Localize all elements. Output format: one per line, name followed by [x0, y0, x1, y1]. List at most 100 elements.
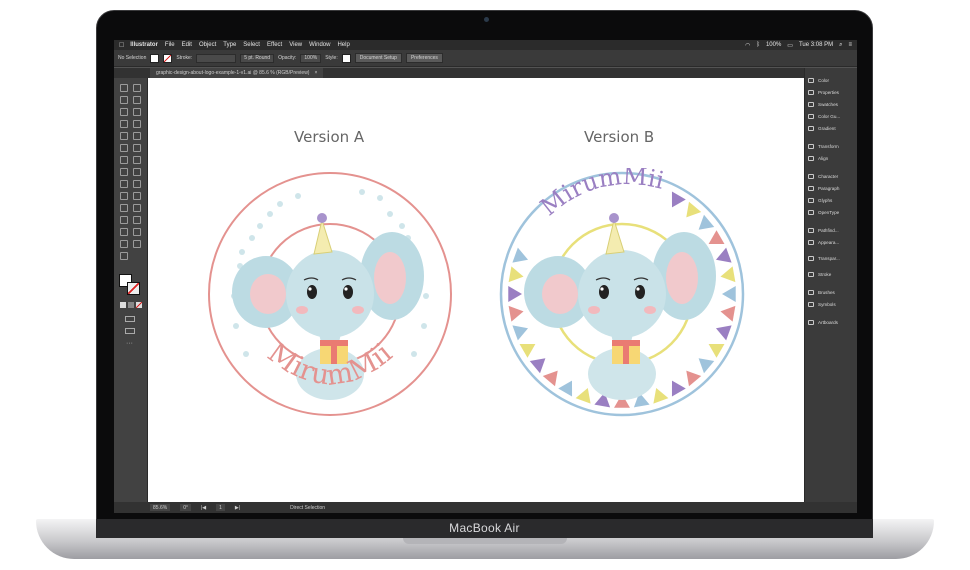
- slice-tool-icon[interactable]: [120, 240, 128, 248]
- panel-item-glyphs[interactable]: Glyphs: [808, 198, 832, 203]
- battery-icon[interactable]: ▭: [787, 42, 793, 49]
- line-tool-icon[interactable]: [133, 120, 141, 128]
- menu-effect[interactable]: Effect: [267, 42, 282, 48]
- document-setup-button[interactable]: Document Setup: [354, 53, 402, 63]
- none-mode-icon[interactable]: [136, 302, 142, 308]
- lasso-tool-icon[interactable]: [133, 96, 141, 104]
- stroke-swatch[interactable]: [163, 53, 173, 63]
- opacity-value: 100%: [304, 55, 318, 61]
- panel-item-symbols[interactable]: Symbols: [808, 302, 836, 307]
- panel-item-color-gu[interactable]: Color Gu...: [808, 114, 840, 119]
- stroke-weight-field[interactable]: [196, 53, 237, 63]
- shape-builder-tool-icon[interactable]: [133, 180, 141, 188]
- bunting-flag: [722, 286, 736, 302]
- menubar-clock[interactable]: Tue 3:08 PM: [799, 42, 833, 48]
- gradient-tool-icon[interactable]: [120, 204, 128, 212]
- perspective-grid-tool-icon[interactable]: [120, 192, 128, 200]
- canvas-area[interactable]: Version A Version B MirumMii MirumMii: [148, 78, 804, 502]
- first-artboard-icon[interactable]: |◀: [201, 505, 206, 511]
- eraser-tool-icon[interactable]: [120, 156, 128, 164]
- menu-illustrator[interactable]: Illustrator: [130, 42, 158, 48]
- panel-item-label: Color Gu...: [818, 114, 841, 119]
- document-tab[interactable]: graphic-design-about-logo-example-1-v1.a…: [150, 68, 324, 78]
- direct-selection-tool-icon[interactable]: [133, 84, 141, 92]
- screen-mode-icon[interactable]: [125, 328, 135, 334]
- gradient-mode-icon[interactable]: [128, 302, 134, 308]
- logo-version-a[interactable]: MirumMii: [204, 168, 456, 420]
- shaper-tool-icon[interactable]: [120, 144, 128, 152]
- graph-tool-icon[interactable]: [120, 228, 128, 236]
- panel-item-artboards[interactable]: Artboards: [808, 320, 838, 325]
- panel-item-properties[interactable]: Properties: [808, 90, 839, 95]
- opacity-field[interactable]: 100%: [300, 53, 322, 63]
- panel-item-character[interactable]: Character: [808, 174, 838, 179]
- width-tool-icon[interactable]: [133, 168, 141, 176]
- artboard[interactable]: Version A Version B MirumMii MirumMii: [148, 78, 804, 502]
- blend-tool-icon[interactable]: [120, 216, 128, 224]
- rotate-tool-icon[interactable]: [133, 156, 141, 164]
- free-transform-tool-icon[interactable]: [120, 180, 128, 188]
- more-tools-icon[interactable]: ···: [126, 340, 133, 347]
- panel-item-opentype[interactable]: OpenType: [808, 210, 839, 215]
- bluetooth-icon[interactable]: ᛒ: [756, 42, 760, 48]
- rectangle-tool-icon[interactable]: [120, 132, 128, 140]
- selection-tool-icon[interactable]: [120, 84, 128, 92]
- panel-item-gradient[interactable]: Gradient: [808, 126, 836, 131]
- rotation-angle[interactable]: 0°: [180, 504, 191, 511]
- draw-mode-icon[interactable]: [125, 316, 135, 322]
- menu-edit[interactable]: Edit: [182, 42, 192, 48]
- panel-item-appeara[interactable]: Appeara...: [808, 240, 839, 245]
- menu-select[interactable]: Select: [243, 42, 260, 48]
- magic-wand-tool-icon[interactable]: [120, 96, 128, 104]
- panel-item-transform[interactable]: Transform: [808, 144, 839, 149]
- last-artboard-icon[interactable]: ▶|: [235, 505, 240, 511]
- paintbrush-tool-icon[interactable]: [133, 132, 141, 140]
- symbol-sprayer-tool-icon[interactable]: [133, 216, 141, 224]
- curvature-tool-icon[interactable]: [133, 108, 141, 116]
- hand-tool-icon[interactable]: [133, 240, 141, 248]
- pen-tool-icon[interactable]: [120, 108, 128, 116]
- panel-color-icon: [808, 78, 814, 83]
- panel-item-color[interactable]: Color: [808, 78, 829, 83]
- panel-item-swatches[interactable]: Swatches: [808, 102, 838, 107]
- panel-item-paragraph[interactable]: Paragraph: [808, 186, 839, 191]
- menu-help[interactable]: Help: [337, 42, 349, 48]
- stroke-color-icon[interactable]: [127, 282, 140, 295]
- type-tool-icon[interactable]: [120, 120, 128, 128]
- eyedropper-tool-icon[interactable]: [133, 204, 141, 212]
- artboard-tool-icon[interactable]: [133, 228, 141, 236]
- panel-item-brushes[interactable]: Brushes: [808, 290, 835, 295]
- color-mode-icon[interactable]: [120, 302, 126, 308]
- panel-item-align[interactable]: Align: [808, 156, 828, 161]
- artboard-number[interactable]: 1: [216, 504, 225, 511]
- panel-properties-icon: [808, 90, 814, 95]
- panel-item-stroke[interactable]: Stroke: [808, 272, 831, 277]
- panel-item-label: Brushes: [818, 290, 835, 295]
- wifi-icon[interactable]: ◠: [745, 42, 750, 49]
- preferences-button[interactable]: Preferences: [405, 53, 443, 63]
- menu-view[interactable]: View: [289, 42, 302, 48]
- zoom-tool-icon[interactable]: [120, 252, 128, 260]
- apple-icon[interactable]: : [119, 42, 124, 49]
- bunting-flag: [508, 266, 524, 283]
- menu-type[interactable]: Type: [223, 42, 236, 48]
- control-center-icon[interactable]: ≡: [848, 42, 852, 48]
- fill-swatch[interactable]: [150, 53, 160, 63]
- menu-window[interactable]: Window: [309, 42, 330, 48]
- pencil-tool-icon[interactable]: [133, 144, 141, 152]
- panel-item-label: Align: [818, 156, 829, 161]
- panel-item-transpar[interactable]: Transpar...: [808, 256, 840, 261]
- scale-tool-icon[interactable]: [120, 168, 128, 176]
- logo-version-b[interactable]: MirumMii: [496, 168, 748, 420]
- zoom-level[interactable]: 85.6%: [150, 504, 171, 511]
- panel-stroke-icon: [808, 272, 814, 277]
- menu-object[interactable]: Object: [199, 42, 216, 48]
- bunting-flag: [715, 247, 732, 263]
- spotlight-icon[interactable]: ⌕: [839, 42, 842, 49]
- close-icon[interactable]: ×: [314, 70, 317, 76]
- mesh-tool-icon[interactable]: [133, 192, 141, 200]
- graphic-style-swatch[interactable]: [341, 53, 351, 63]
- brush-definition-field[interactable]: 5 pt. Round: [240, 53, 275, 63]
- panel-item-pathfind[interactable]: Pathfind...: [808, 228, 839, 233]
- menu-file[interactable]: File: [165, 42, 175, 48]
